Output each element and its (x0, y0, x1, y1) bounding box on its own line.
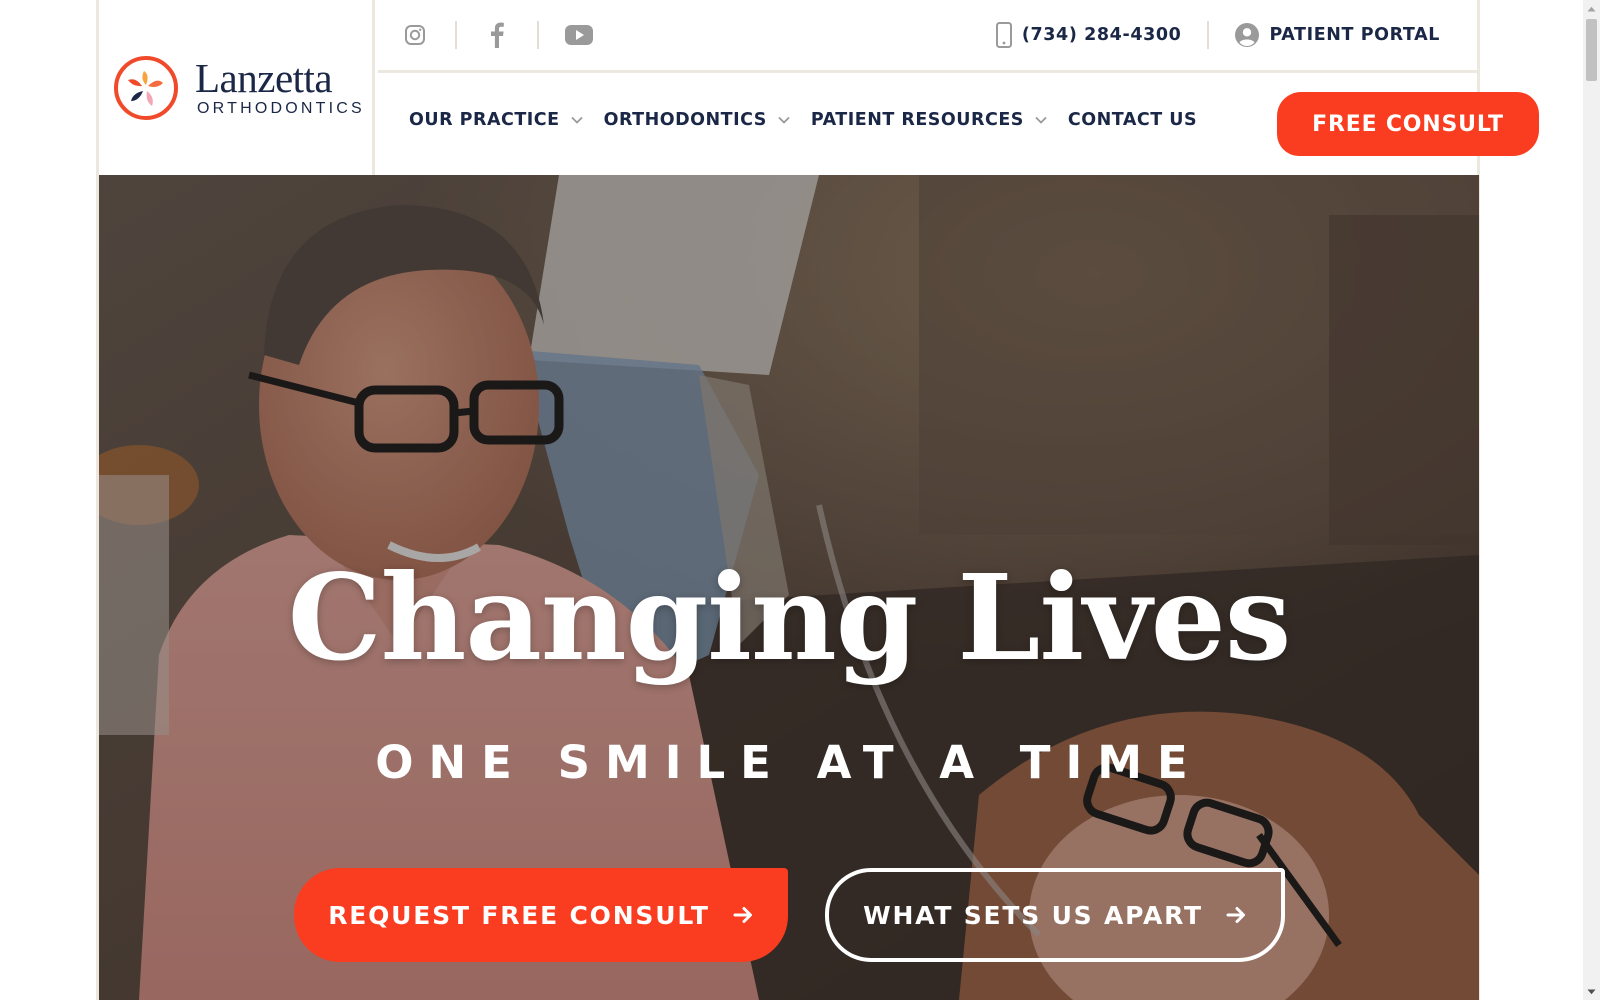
button-label: WHAT SETS US APART (863, 900, 1203, 930)
chevron-down-icon (1035, 116, 1047, 124)
divider (1207, 21, 1210, 49)
nav-item-label: ORTHODONTICS (603, 110, 767, 130)
facebook-icon[interactable] (482, 20, 512, 50)
divider (455, 21, 457, 49)
instagram-icon[interactable] (400, 20, 430, 50)
hero-subtitle: ONE SMILE AT A TIME (375, 736, 1203, 789)
nav-item-contact-us[interactable]: CONTACT US (1068, 110, 1197, 130)
chevron-down-icon (778, 116, 790, 124)
request-free-consult-button[interactable]: REQUEST FREE CONSULT (294, 868, 788, 962)
youtube-icon[interactable] (564, 20, 594, 50)
nav-item-orthodontics[interactable]: ORTHODONTICS (604, 110, 791, 130)
contact-links: (734) 284-4300 PATIENT PORTAL (995, 20, 1440, 50)
arrow-right-icon (733, 907, 752, 923)
chevron-down-icon (570, 116, 583, 124)
user-circle-icon (1235, 23, 1260, 47)
site-header: Lanzetta ORTHODONTICS (734) 284-4300 PAT… (99, 0, 1539, 175)
nav-item-label: OUR PRACTICE (409, 110, 560, 130)
page-scrollbar[interactable] (1583, 0, 1600, 1000)
free-consult-button[interactable]: FREE CONSULT (1277, 92, 1539, 156)
nav-item-label: PATIENT RESOURCES (810, 110, 1024, 130)
top-bar: (734) 284-4300 PATIENT PORTAL (378, 0, 1477, 73)
brand-name: Lanzetta (195, 54, 333, 101)
scrollbar-thumb[interactable] (1586, 19, 1597, 81)
patient-portal-link[interactable]: PATIENT PORTAL (1269, 25, 1440, 45)
scroll-up-icon[interactable] (1583, 0, 1600, 17)
social-links (400, 20, 594, 50)
nav-item-patient-resources[interactable]: PATIENT RESOURCES (811, 110, 1048, 130)
divider (537, 21, 539, 49)
logo-link[interactable]: Lanzetta ORTHODONTICS (99, 0, 375, 175)
brand-subtitle: ORTHODONTICS (197, 99, 365, 117)
nav-item-label: CONTACT US (1067, 110, 1198, 130)
scroll-down-icon[interactable] (1583, 983, 1600, 1000)
hero-title: Changing Lives (287, 548, 1292, 687)
phone-icon (995, 22, 1012, 48)
nav-item-our-practice[interactable]: OUR PRACTICE (409, 110, 584, 130)
phone-link[interactable]: (734) 284-4300 (1022, 25, 1182, 45)
logo-mark-icon (114, 55, 178, 120)
arrow-right-icon (1226, 907, 1245, 923)
hero-section: Changing Lives ONE SMILE AT A TIME REQUE… (99, 175, 1479, 1000)
what-sets-us-apart-button[interactable]: WHAT SETS US APART (825, 868, 1285, 962)
button-label: REQUEST FREE CONSULT (328, 900, 710, 930)
